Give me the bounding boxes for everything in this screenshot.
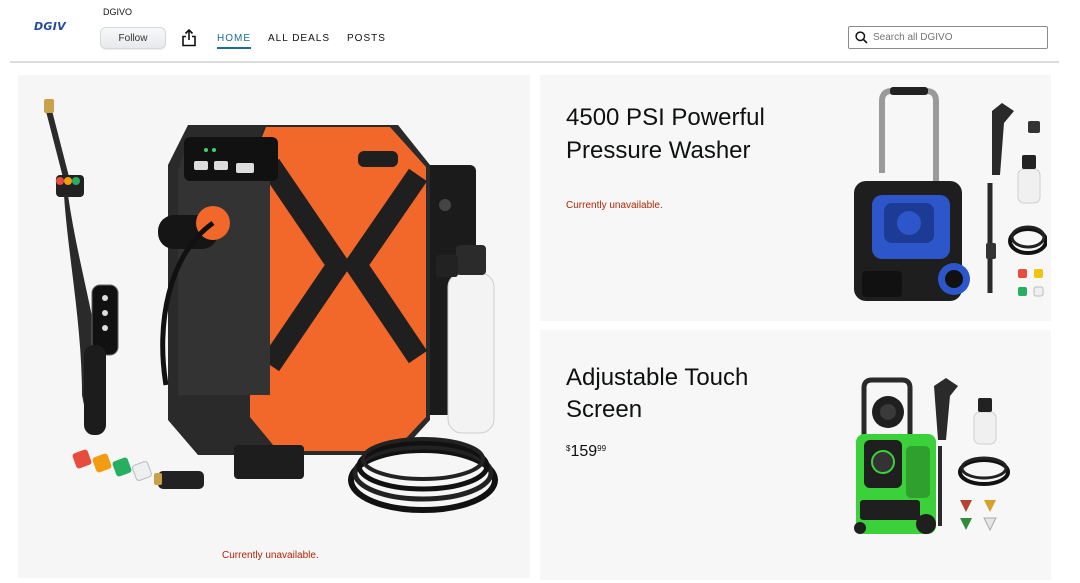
header-divider [10,61,1059,63]
follow-button[interactable]: Follow [100,27,166,49]
brand-logo[interactable]: DGIV [34,20,66,33]
product-title-line1[interactable]: 4500 PSI Powerful [566,101,765,134]
search-box[interactable] [848,26,1048,49]
store-nav: HOME ALL DEALS POSTS [217,33,386,49]
nav-posts[interactable]: POSTS [347,33,386,49]
wall-mount-pressure-washer-image [44,99,498,513]
green-pressure-washer-image [854,377,1010,534]
brand-name: DGIVO [103,7,133,17]
nav-all-deals[interactable]: ALL DEALS [268,33,330,49]
nav-home[interactable]: HOME [217,33,251,49]
blue-pressure-washer-image [854,87,1047,301]
price-fraction: 99 [597,444,607,453]
search-icon [855,31,868,44]
availability-status: Currently unavailable. [222,550,319,561]
store-header: DGIV DGIVO Follow HOME ALL DEALS POSTS [0,0,1080,64]
price-whole: 159 [570,443,598,460]
product-tile-4500-psi[interactable]: 4500 PSI Powerful Pressure Washer Curren… [540,75,1051,321]
product-title-line2[interactable]: Pressure Washer [566,134,751,167]
product-price: $15999 [566,443,606,461]
product-title-line1[interactable]: Adjustable Touch [566,361,748,394]
share-icon[interactable] [181,29,197,47]
product-tile-adjustable-touch-screen[interactable]: Adjustable Touch Screen $15999 [540,330,1051,580]
price-symbol: $ [566,444,571,453]
product-tile-main[interactable]: Currently unavailable. [18,75,530,578]
search-input[interactable] [873,32,1023,43]
product-title-line2[interactable]: Screen [566,393,642,426]
availability-status: Currently unavailable. [566,200,663,211]
